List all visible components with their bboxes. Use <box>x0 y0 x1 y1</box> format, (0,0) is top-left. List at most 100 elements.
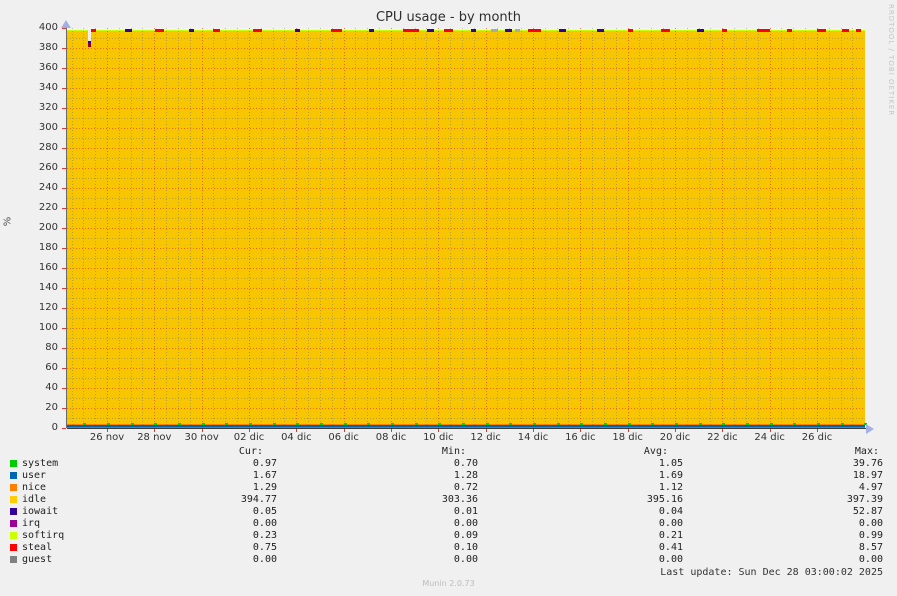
vgrid-minor <box>473 28 475 428</box>
vgrid-minor <box>461 28 463 428</box>
x-axis-line <box>67 428 866 429</box>
steal-spike <box>403 29 419 32</box>
vgrid-minor <box>698 28 700 428</box>
system-bump <box>793 423 797 425</box>
last-update-text: Last update: Sun Dec 28 03:00:02 2025 <box>660 567 883 578</box>
system-bump <box>154 423 158 425</box>
vgrid-minor <box>355 28 357 428</box>
iowait-spike <box>369 29 374 32</box>
y-tick-label: 400 <box>38 22 58 33</box>
legend-header-row: Cur: Min: Avg: Max: <box>0 446 897 458</box>
system-bump <box>130 423 134 425</box>
system-bump <box>461 423 465 425</box>
vgrid-minor <box>379 28 381 428</box>
system-bump <box>225 423 229 425</box>
system-bump <box>603 423 607 425</box>
vgrid-minor <box>745 28 747 428</box>
steal-spike <box>787 29 792 32</box>
vgrid-major <box>722 28 724 428</box>
vgrid-minor <box>225 28 227 428</box>
y-tick-label: 280 <box>38 142 58 153</box>
iowait-spike <box>295 29 300 32</box>
y-tick-label: 20 <box>45 402 58 413</box>
system-bump <box>840 423 844 425</box>
y-tick-label: 220 <box>38 202 58 213</box>
vgrid-minor <box>118 28 120 428</box>
legend-value: 8.57 <box>858 542 883 553</box>
vgrid-minor <box>367 28 369 428</box>
vgrid-minor <box>308 28 310 428</box>
vgrid-major <box>154 28 156 428</box>
steal-spike <box>528 29 541 32</box>
vgrid-minor <box>284 28 286 428</box>
vgrid-minor <box>450 28 452 428</box>
steal-spike <box>444 29 453 32</box>
vgrid-minor <box>260 28 262 428</box>
legend-value: 39.76 <box>852 458 883 469</box>
system-bump <box>177 423 181 425</box>
system-bump <box>532 423 536 425</box>
vgrid-minor <box>793 28 795 428</box>
steal-spike <box>842 29 849 32</box>
steal-spike <box>331 29 342 32</box>
system-bump <box>745 423 749 425</box>
system-bump <box>106 423 110 425</box>
vgrid-minor <box>521 28 523 428</box>
idle-dip-steal <box>88 43 91 47</box>
steal-spike <box>661 29 670 32</box>
legend-row-steal: steal 0.75 0.10 0.41 8.57 <box>0 542 897 554</box>
system-bump <box>769 423 773 425</box>
vgrid-minor <box>781 28 783 428</box>
y-tick-label: 80 <box>45 342 58 353</box>
y-tick-label: 140 <box>38 282 58 293</box>
iowait-spike <box>505 29 512 32</box>
steal-spike <box>722 29 727 32</box>
vgrid-minor <box>237 28 239 428</box>
y-tick-label: 40 <box>45 382 58 393</box>
vgrid-minor <box>734 28 736 428</box>
system-bump <box>674 423 678 425</box>
y-tick-label: 60 <box>45 362 58 373</box>
steal-spike <box>817 29 826 32</box>
vgrid-minor <box>686 28 688 428</box>
system-bump <box>248 423 252 425</box>
vgrid-minor <box>639 28 641 428</box>
system-bump <box>698 423 702 425</box>
steal-spike <box>757 29 770 32</box>
y-tick-label: 0 <box>51 422 58 433</box>
steal-spike <box>155 29 164 32</box>
vgrid-minor <box>319 28 321 428</box>
vgrid-minor <box>177 28 179 428</box>
rrdtool-watermark: RRDTOOL / TOBI OETIKER <box>887 4 895 117</box>
vgrid-minor <box>603 28 605 428</box>
y-tick-label: 340 <box>38 82 58 93</box>
y-axis-tick <box>62 428 66 429</box>
steal-spike <box>856 29 861 32</box>
steal-spike <box>213 29 220 32</box>
steal-spike <box>628 29 633 32</box>
system-bump <box>651 423 655 425</box>
vgrid-minor <box>544 28 546 428</box>
munin-version-text: Munin 2.0.73 <box>422 579 475 588</box>
legend-row-nice: nice 1.29 0.72 1.12 4.97 <box>0 482 897 494</box>
vgrid-major <box>107 28 108 428</box>
vgrid-minor <box>852 28 854 428</box>
steal-spike <box>91 29 96 32</box>
edge-artifact <box>515 29 520 32</box>
vgrid-minor <box>71 28 73 428</box>
y-tick-label: 160 <box>38 262 58 273</box>
system-bump <box>816 423 820 425</box>
vgrid-minor <box>663 28 665 428</box>
vgrid-major <box>343 28 345 428</box>
legend-header: Max: <box>854 446 879 457</box>
system-bump <box>438 423 442 425</box>
y-tick-label: 300 <box>38 122 58 133</box>
legend-value: 52.87 <box>852 506 883 517</box>
vgrid-minor <box>142 28 144 428</box>
system-bump <box>556 423 560 425</box>
iowait-spike <box>559 29 566 32</box>
vgrid-minor <box>840 28 842 428</box>
system-bump <box>319 423 323 425</box>
vgrid-minor <box>592 28 594 428</box>
vgrid-minor <box>710 28 712 428</box>
